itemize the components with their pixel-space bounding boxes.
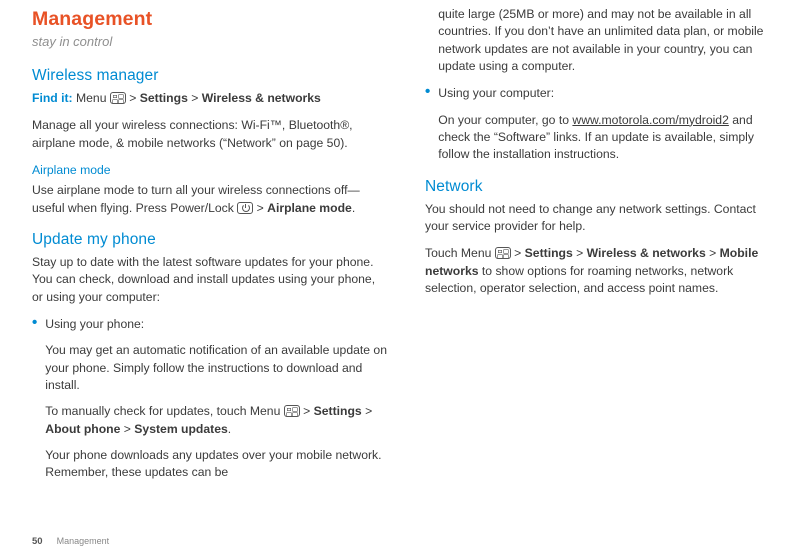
bullet-using-phone: • Using your phone: You may get an autom… bbox=[32, 316, 389, 482]
network-p1: You should not need to change any networ… bbox=[425, 201, 782, 236]
menu-icon bbox=[284, 405, 300, 417]
find-it-pre: Menu bbox=[73, 91, 110, 105]
find-it-settings: Settings bbox=[140, 91, 188, 105]
bullet-dot-icon: • bbox=[32, 316, 37, 482]
bp2-d: > bbox=[120, 422, 134, 436]
bullet-body: Using your computer: On your computer, g… bbox=[438, 85, 782, 163]
bullet-cont-body: quite large (25MB or more) and may not b… bbox=[438, 6, 782, 75]
menu-icon bbox=[495, 247, 511, 259]
bullet-using-computer: • Using your computer: On your computer,… bbox=[425, 85, 782, 163]
bp2-e: . bbox=[228, 422, 231, 436]
left-column: Management stay in control Wireless mana… bbox=[32, 6, 389, 489]
footer-section: Management bbox=[57, 536, 110, 546]
bullet-p3: Your phone downloads any updates over yo… bbox=[45, 447, 389, 482]
bp2-c: > bbox=[362, 404, 373, 418]
bullet2-lead: Using your computer: bbox=[438, 85, 782, 102]
np2-settings: Settings bbox=[525, 246, 573, 260]
network-p2: Touch Menu > Settings > Wireless & netwo… bbox=[425, 245, 782, 297]
bullet-lead: Using your phone: bbox=[45, 316, 389, 333]
bullet-dot-icon: • bbox=[425, 85, 430, 163]
cont-text: quite large (25MB or more) and may not b… bbox=[438, 6, 782, 75]
bullet-continuation: • quite large (25MB or more) and may not… bbox=[425, 6, 782, 75]
heading-wireless-manager: Wireless manager bbox=[32, 65, 389, 87]
np2-d: > bbox=[706, 246, 720, 260]
bullet2-p1: On your computer, go to www.motorola.com… bbox=[438, 112, 782, 164]
menu-icon bbox=[110, 92, 126, 104]
heading-update-phone: Update my phone bbox=[32, 229, 389, 251]
update-intro: Stay up to date with the latest software… bbox=[32, 254, 389, 306]
bp2-a: To manually check for updates, touch Men… bbox=[45, 404, 283, 418]
bp2-sysupd: System updates bbox=[134, 422, 227, 436]
bp2-b: > bbox=[300, 404, 314, 418]
find-it-wireless: Wireless & networks bbox=[202, 91, 321, 105]
airplane-mode-bold: Airplane mode bbox=[267, 201, 352, 215]
find-it-sep2: > bbox=[188, 91, 202, 105]
bullet-p2: To manually check for updates, touch Men… bbox=[45, 403, 389, 438]
airplane-text-b: > bbox=[253, 201, 267, 215]
np2-wireless: Wireless & networks bbox=[587, 246, 706, 260]
find-it-sep1: > bbox=[126, 91, 140, 105]
page-content: Management stay in control Wireless mana… bbox=[0, 0, 810, 489]
airplane-desc: Use airplane mode to turn all your wirel… bbox=[32, 182, 389, 217]
right-column: • quite large (25MB or more) and may not… bbox=[425, 6, 782, 489]
bullet-body: Using your phone: You may get an automat… bbox=[45, 316, 389, 482]
heading-airplane-mode: Airplane mode bbox=[32, 162, 389, 179]
bp2-settings: Settings bbox=[314, 404, 362, 418]
bullet-p1: You may get an automatic notification of… bbox=[45, 342, 389, 394]
b2p1-a: On your computer, go to bbox=[438, 113, 572, 127]
power-icon bbox=[237, 202, 253, 214]
find-it-line: Find it: Menu > Settings > Wireless & ne… bbox=[32, 90, 389, 107]
np2-b: > bbox=[511, 246, 525, 260]
wireless-desc: Manage all your wireless connections: Wi… bbox=[32, 117, 389, 152]
airplane-text-c: . bbox=[352, 201, 355, 215]
np2-c: > bbox=[573, 246, 587, 260]
np2-a: Touch Menu bbox=[425, 246, 495, 260]
page-footer: 50 Management bbox=[32, 535, 109, 548]
page-title: Management bbox=[32, 6, 389, 34]
page-number: 50 bbox=[32, 536, 43, 547]
bp2-about: About phone bbox=[45, 422, 120, 436]
find-it-label: Find it: bbox=[32, 91, 73, 105]
motorola-link[interactable]: www.motorola.com/mydroid2 bbox=[572, 113, 728, 127]
tagline: stay in control bbox=[32, 33, 389, 51]
heading-network: Network bbox=[425, 176, 782, 198]
